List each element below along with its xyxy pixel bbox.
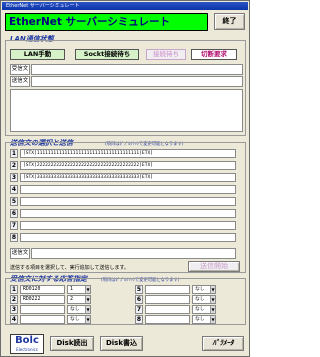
response-command-field[interactable]	[145, 285, 190, 294]
response-select[interactable]: なし ▼	[67, 315, 91, 324]
response-row-number: 2	[10, 295, 18, 304]
app-window: EtherNet サーバーシミュレート EtherNet サーバーシミュレート …	[0, 0, 250, 357]
chevron-down-icon[interactable]: ▼	[85, 296, 90, 303]
response-select[interactable]: なし ▼	[192, 285, 216, 294]
response-row-number: 8	[135, 315, 143, 324]
response-command-field[interactable]	[145, 315, 190, 324]
chevron-down-icon[interactable]: ▼	[210, 286, 215, 293]
send-row-number: 3	[10, 173, 18, 182]
send-row-number: 4	[10, 185, 18, 194]
sent-text-field[interactable]	[31, 248, 236, 259]
chevron-down-icon[interactable]: ▼	[85, 316, 90, 323]
receive-field[interactable]	[31, 64, 243, 75]
communication-log[interactable]	[10, 89, 243, 132]
response-row-number: 3	[10, 305, 18, 314]
send-row-text[interactable]	[20, 209, 236, 218]
brand-name: Bolc	[15, 335, 39, 346]
bolc-logo: Bolc Electronics	[10, 334, 44, 354]
disconnect-request-button[interactable]: 切断要求	[191, 49, 237, 60]
response-command-field[interactable]: RD0120	[20, 285, 65, 294]
wait-connection-button[interactable]: 接続待ち	[146, 49, 186, 60]
chevron-down-icon[interactable]: ▼	[85, 286, 90, 293]
response-row-number: 6	[135, 295, 143, 304]
receive-label: 受信文	[10, 64, 30, 75]
send-row-text[interactable]	[20, 185, 236, 194]
response-select[interactable]: なし ▼	[192, 305, 216, 314]
send-label: 送信文	[10, 76, 30, 87]
response-select-value: なし	[195, 307, 205, 312]
send-row-number: 5	[10, 197, 18, 206]
chevron-down-icon[interactable]: ▼	[210, 306, 215, 313]
send-hint: 送信する項目を選択して、実行追加して送信します。	[10, 265, 129, 271]
disk-read-button[interactable]: Disk読出	[50, 336, 94, 351]
send-row-text[interactable]: [STX]33333333333333333333333333333333333…	[20, 173, 236, 182]
parameter-button[interactable]: ﾊﾟﾗﾒｰﾀ	[202, 336, 244, 351]
response-row-number: 4	[10, 315, 18, 324]
response-select-value: なし	[70, 307, 80, 312]
end-button[interactable]: 終了	[214, 13, 245, 30]
send-row-number: 7	[10, 221, 18, 230]
window-titlebar[interactable]: EtherNet サーバーシミュレート	[2, 2, 248, 10]
response-select[interactable]: なし ▼	[192, 295, 216, 304]
response-select-value: 2	[70, 297, 74, 302]
disk-write-button[interactable]: Disk書込	[100, 336, 143, 351]
send-row-number: 2	[10, 161, 18, 170]
response-select[interactable]: 2 ▼	[67, 295, 91, 304]
response-command-field[interactable]	[145, 305, 190, 314]
response-row-number: 1	[10, 285, 18, 294]
send-row-number: 1	[10, 149, 18, 158]
chevron-down-icon[interactable]: ▼	[210, 296, 215, 303]
response-select-value: 1	[70, 287, 74, 292]
response-select[interactable]: 1 ▼	[67, 285, 91, 294]
response-select-value: なし	[195, 317, 205, 322]
response-command-field[interactable]	[20, 305, 65, 314]
response-select-value: なし	[195, 297, 205, 302]
response-select-value: なし	[70, 317, 80, 322]
send-start-button[interactable]: 送信開始	[188, 261, 240, 272]
chevron-down-icon[interactable]: ▼	[85, 306, 90, 313]
socket-status: Sockt接続待ち	[75, 49, 139, 60]
response-command-field[interactable]	[20, 315, 65, 324]
response-row-number: 7	[135, 305, 143, 314]
response-select[interactable]: なし ▼	[67, 305, 91, 314]
send-row-text[interactable]: [STX]11111111111111111111111111111111111…	[20, 149, 236, 158]
sent-text-label: 送信文	[10, 248, 30, 259]
send-row-text[interactable]	[20, 233, 236, 242]
brand-sub: Electronics	[16, 347, 38, 352]
send-row-number: 8	[10, 233, 18, 242]
send-field[interactable]	[31, 76, 243, 87]
send-row-text[interactable]	[20, 221, 236, 230]
response-select[interactable]: なし ▼	[192, 315, 216, 324]
response-select-value: なし	[195, 287, 205, 292]
send-row-number: 6	[10, 209, 18, 218]
lan-mode-status: LAN手動	[10, 49, 65, 60]
chevron-down-icon[interactable]: ▼	[210, 316, 215, 323]
send-row-text[interactable]	[20, 197, 236, 206]
response-row-number: 5	[135, 285, 143, 294]
response-command-field[interactable]	[145, 295, 190, 304]
response-command-field[interactable]: RD0222	[20, 295, 65, 304]
send-row-text[interactable]: [STX]22222222222222222222222222222222222…	[20, 161, 236, 170]
app-logo-banner: EtherNet サーバーシミュレート	[5, 13, 208, 31]
